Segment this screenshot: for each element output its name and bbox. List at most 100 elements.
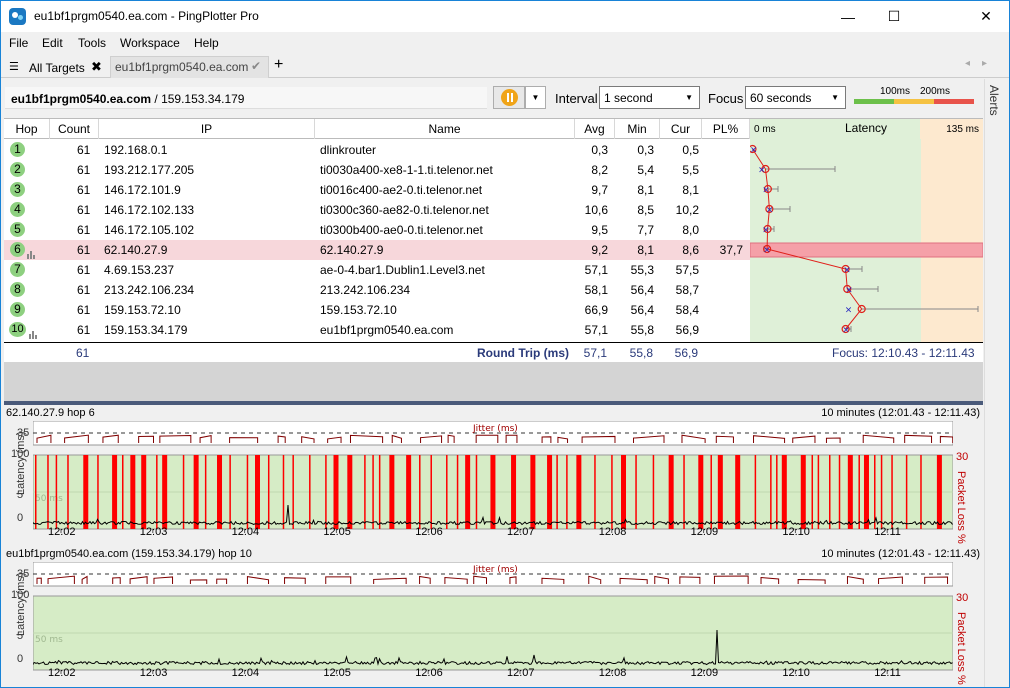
pause-button[interactable] xyxy=(493,86,525,109)
time-tick: 12:11 xyxy=(874,526,901,538)
current-marker: × xyxy=(750,146,757,156)
toolbar: eu1bf1prgm0540.ea.com / 159.153.34.179 ▼… xyxy=(1,79,984,117)
target-ip: / 159.153.34.179 xyxy=(151,92,245,106)
time-tick: 12:09 xyxy=(690,526,719,538)
cell-avg: 10,6 xyxy=(584,203,608,217)
table-row[interactable]: 3 61 146.172.101.9 ti0016c400-ae2-0.ti.tele… xyxy=(4,180,752,200)
close-tab-icon[interactable]: ✖ xyxy=(91,59,102,75)
table-row[interactable]: 5 61 146.172.105.102 ti0300b400-ae0-0.ti.te… xyxy=(4,220,752,240)
cell-min: 5,4 xyxy=(637,163,654,177)
cell-cur: 8,6 xyxy=(682,243,699,257)
list-icon: ☰ xyxy=(9,61,19,73)
timeline-panel[interactable]: 62.140.27.9 hop 6 10 minutes (12:01.43 - … xyxy=(1,405,984,546)
packet-loss-bar xyxy=(83,455,89,529)
header-avg[interactable]: Avg xyxy=(575,119,615,139)
cell-count: 61 xyxy=(77,283,91,297)
latency-min: 0 ms xyxy=(754,124,776,135)
tab-active-target[interactable]: eu1bf1prgm0540.ea.com ✔ xyxy=(110,56,269,78)
cell-cur: 58,7 xyxy=(675,283,699,297)
packet-loss-bar xyxy=(475,455,478,529)
hop-number: 8 xyxy=(10,282,25,297)
faint-label: 50 ms xyxy=(35,494,63,504)
jitter-label: Jitter (ms) xyxy=(472,424,518,434)
packet-loss-bar xyxy=(67,455,69,529)
menu-file[interactable]: File xyxy=(9,36,28,50)
menu-tools[interactable]: Tools xyxy=(78,36,106,50)
tab-scroll-arrows-icon[interactable]: ◂▸ xyxy=(965,58,999,69)
header-latency[interactable]: 0 ms Latency 135 ms xyxy=(750,119,983,139)
table-row[interactable]: 2 61 193.212.177.205 ti0030a400-xe8-1-1.ti.… xyxy=(4,160,752,180)
header-cur[interactable]: Cur xyxy=(660,119,702,139)
cell-count: 61 xyxy=(77,323,91,337)
cell-ip: 193.212.177.205 xyxy=(104,163,195,177)
cell-cur: 8,0 xyxy=(682,223,699,237)
y-axis-label: Latency (ms) xyxy=(15,431,27,495)
packet-loss-bar xyxy=(162,455,168,529)
cell-count: 61 xyxy=(77,243,91,257)
current-marker: × xyxy=(843,266,851,276)
pause-dropdown-button[interactable]: ▼ xyxy=(525,86,546,109)
table-row[interactable]: 8 61 213.242.106.234 213.242.106.234 58,1 56,… xyxy=(4,280,752,300)
minimize-button[interactable]: — xyxy=(825,1,871,32)
tab-all-targets[interactable]: ☰ All Targets ✖ xyxy=(5,57,109,78)
interval-label: Interval xyxy=(555,91,598,106)
close-button[interactable]: ✕ xyxy=(917,1,1009,32)
header-name[interactable]: Name xyxy=(315,119,575,139)
cell-avg: 9,5 xyxy=(591,223,608,237)
packet-loss-bar xyxy=(217,455,223,529)
cell-name: eu1bf1prgm0540.ea.com xyxy=(320,323,454,337)
add-tab-button[interactable]: + xyxy=(274,56,283,74)
app-window: eu1bf1prgm0540.ea.com - PingPlotter Pro … xyxy=(0,0,1010,688)
packet-loss-bar xyxy=(754,455,757,529)
table-row[interactable]: 4 61 146.172.102.133 ti0300c360-ae82-0.ti.t… xyxy=(4,200,752,220)
focus-select[interactable]: 60 seconds ▼ xyxy=(745,86,846,109)
table-row[interactable]: 10 61 159.153.34.179 eu1bf1prgm0540.ea.com 5… xyxy=(4,320,752,340)
cell-cur: 57,5 xyxy=(675,263,699,277)
packet-loss-bar xyxy=(47,455,49,529)
bar-chart-icon[interactable] xyxy=(29,325,38,339)
interval-select[interactable]: 1 second ▼ xyxy=(599,86,700,109)
time-tick: 12:05 xyxy=(323,526,351,538)
header-min[interactable]: Min xyxy=(615,119,660,139)
alerts-tab[interactable]: Alerts xyxy=(987,85,1001,116)
packet-loss-bar xyxy=(635,455,637,529)
cell-count: 61 xyxy=(77,263,91,277)
title-bar: eu1bf1prgm0540.ea.com - PingPlotter Pro … xyxy=(1,1,1009,32)
cell-ip: 62.140.27.9 xyxy=(104,243,168,257)
alerts-sidebar[interactable]: Alerts xyxy=(984,79,1009,687)
header-count[interactable]: Count xyxy=(50,119,99,139)
menu-help[interactable]: Help xyxy=(194,36,219,50)
chevron-down-icon: ▼ xyxy=(685,93,693,102)
packet-loss-bar xyxy=(874,455,876,529)
time-tick: 12:11 xyxy=(874,667,901,679)
timeline-chart: Jitter (ms) 50 ms xyxy=(33,562,953,674)
jitter-label: Jitter (ms) xyxy=(472,565,518,575)
interval-value: 1 second xyxy=(604,91,653,105)
table-row[interactable]: 9 61 159.153.72.10 159.153.72.10 66,9 56,4 58,… xyxy=(4,300,752,320)
cell-min: 8,1 xyxy=(637,243,654,257)
table-row[interactable]: 1 61 192.168.0.1 dlinkrouter 0,3 0,3 0,5 xyxy=(4,140,752,160)
menu-edit[interactable]: Edit xyxy=(42,36,63,50)
table-row[interactable]: 7 61 4.69.153.237 ae-0-4.bar1.Dublin1.Level… xyxy=(4,260,752,280)
timeline-chart: Jitter (ms) 50 ms xyxy=(33,421,953,533)
target-address[interactable]: eu1bf1prgm0540.ea.com / 159.153.34.179 xyxy=(5,87,487,109)
packet-loss-bar xyxy=(97,455,99,529)
maximize-button[interactable]: ☐ xyxy=(871,1,917,32)
bar-chart-icon[interactable] xyxy=(27,245,36,259)
header-hop[interactable]: Hop xyxy=(4,119,50,139)
menu-workspace[interactable]: Workspace xyxy=(120,36,180,50)
packet-loss-bar xyxy=(419,455,421,529)
packet-loss-bar xyxy=(246,455,249,529)
header-pl[interactable]: PL% xyxy=(702,119,750,139)
packet-loss-bar xyxy=(465,455,471,529)
packet-loss-bar xyxy=(576,455,582,529)
packet-loss-bar xyxy=(811,455,814,529)
timeline-panel[interactable]: eu1bf1prgm0540.ea.com (159.153.34.179) h… xyxy=(1,546,984,687)
packet-loss-bar xyxy=(267,455,270,529)
cell-min: 55,3 xyxy=(630,263,654,277)
latency-max: 135 ms xyxy=(946,124,979,135)
current-marker: × xyxy=(758,166,766,176)
time-tick: 12:03 xyxy=(139,526,168,538)
header-ip[interactable]: IP xyxy=(99,119,315,139)
rt-min: 55,8 xyxy=(629,346,653,360)
